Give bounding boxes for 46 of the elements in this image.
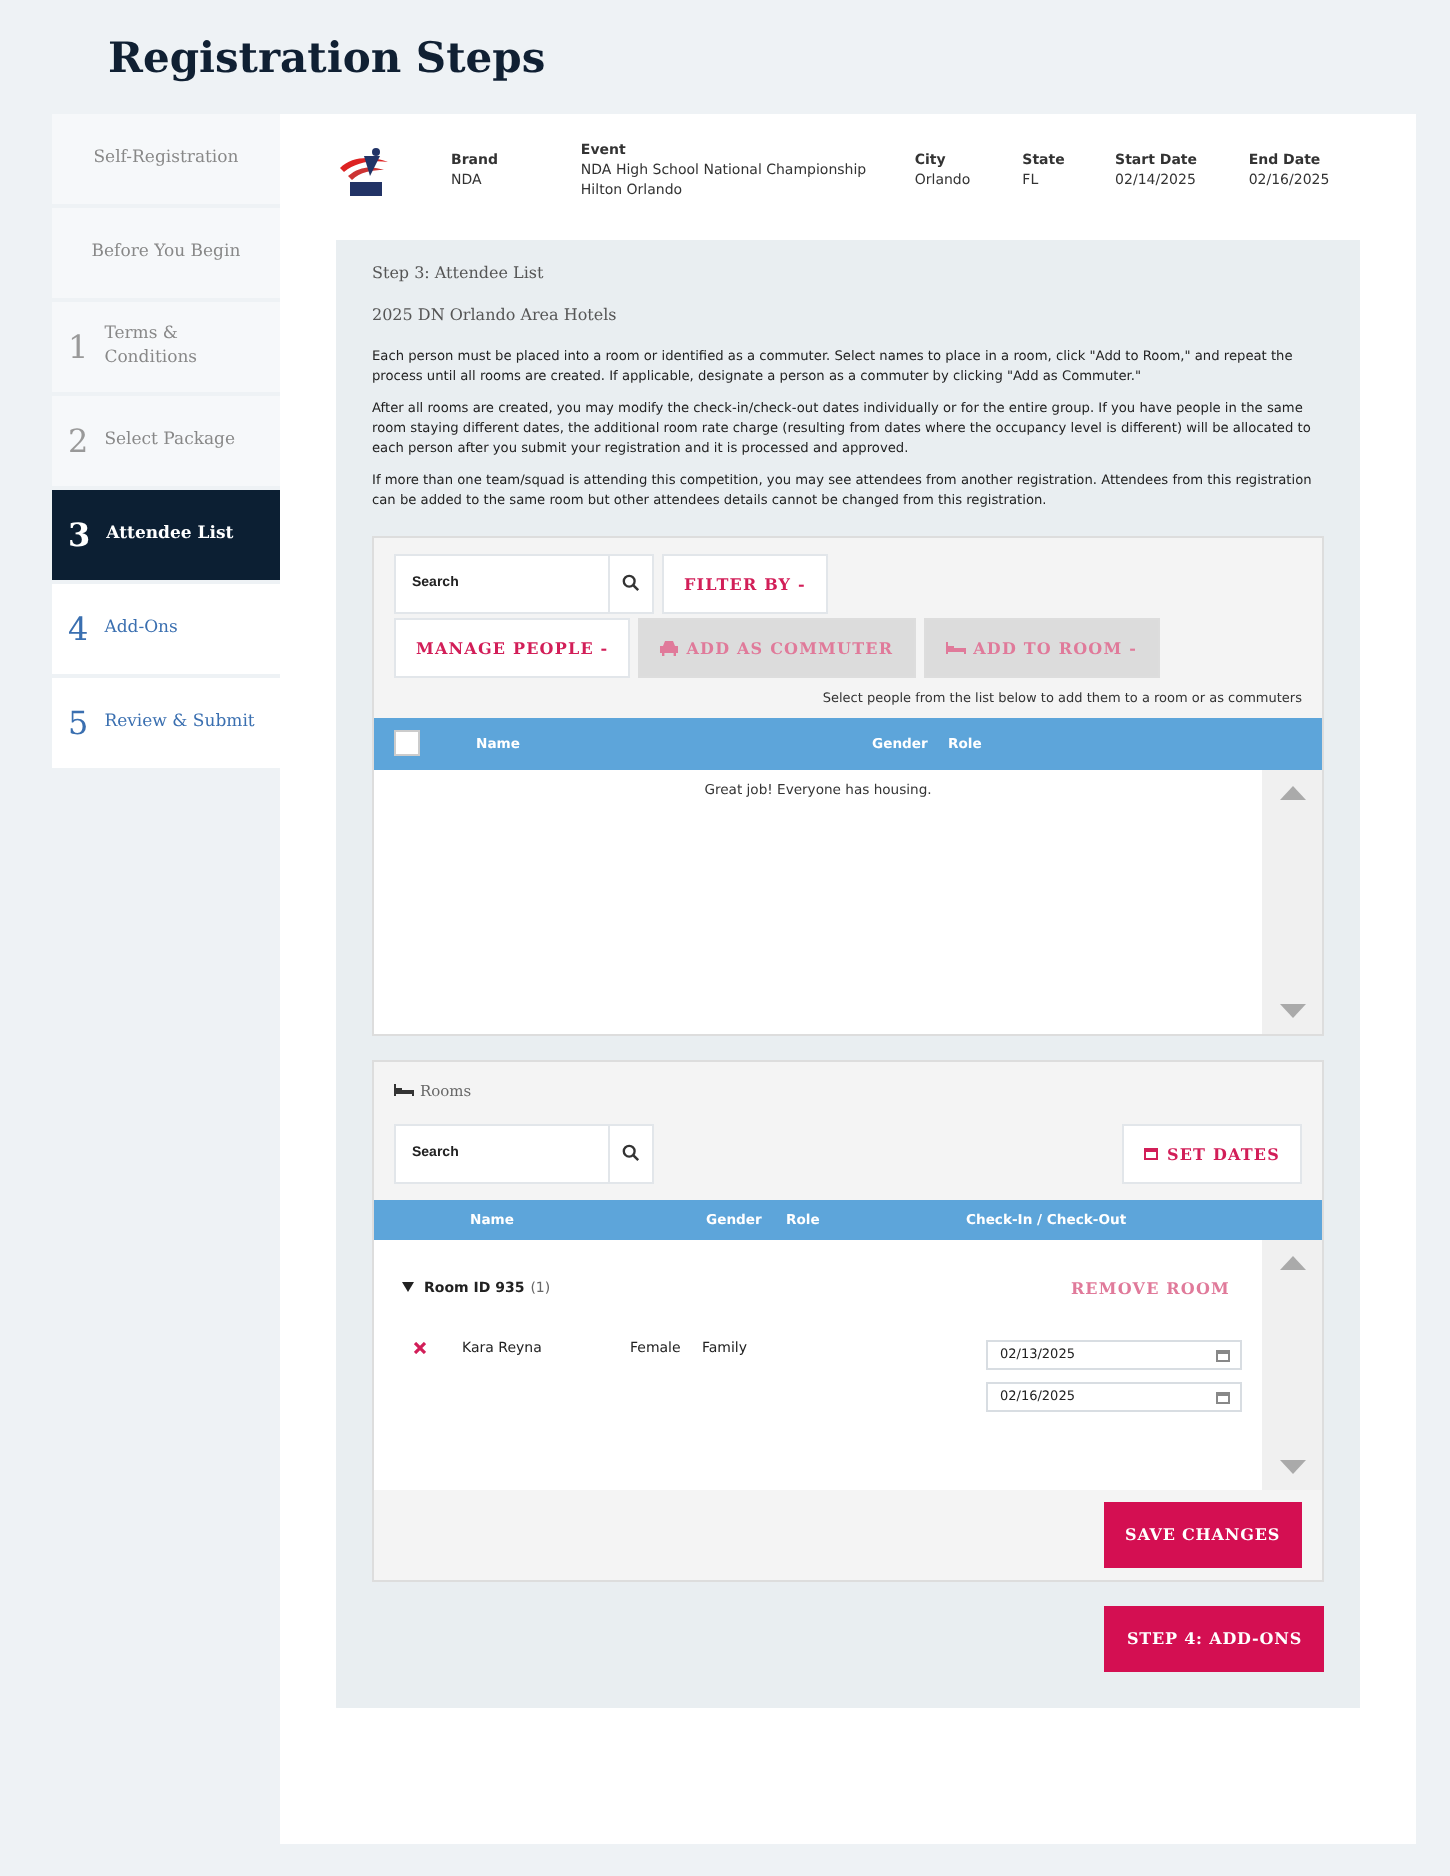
page-title: Registration Steps	[108, 32, 548, 82]
step-number: 1	[68, 328, 89, 366]
scroll-down-icon[interactable]	[1279, 1459, 1305, 1474]
save-changes-button[interactable]: SAVE CHANGES	[1103, 1501, 1302, 1568]
sidebar-step[interactable]: 5 Review & Submit	[52, 678, 280, 768]
calendar-icon	[1216, 1347, 1230, 1362]
sidebar-step[interactable]: 2 Select Package	[52, 396, 280, 486]
step-label: Self-Registration	[93, 147, 239, 171]
next-step-button[interactable]: STEP 4: ADD-ONS	[1104, 1605, 1324, 1672]
scrollbar[interactable]	[1262, 1239, 1322, 1490]
step-number: 2	[68, 422, 89, 460]
step-number: 4	[68, 610, 89, 648]
set-dates-button[interactable]: SET DATES	[1122, 1123, 1302, 1184]
remove-icon[interactable]	[414, 1341, 426, 1354]
step-label: Before You Begin	[91, 241, 241, 265]
caret-icon[interactable]	[402, 1282, 414, 1293]
step-label: Attendee List	[106, 523, 234, 547]
calendar-icon	[1144, 1146, 1159, 1161]
scroll-down-icon[interactable]	[1279, 1003, 1305, 1018]
step-number: 5	[68, 704, 89, 742]
sidebar-step[interactable]: 3 Attendee List	[52, 490, 280, 580]
search-icon	[622, 574, 640, 593]
step-label: Terms & Conditions	[104, 324, 200, 370]
step-title: Step 3: Attendee List	[372, 264, 546, 283]
search-icon	[622, 1144, 640, 1163]
search-button[interactable]	[610, 553, 654, 614]
sidebar-step[interactable]: Self-Registration	[52, 114, 280, 204]
select-all-checkbox[interactable]	[394, 730, 420, 757]
toolbar-button[interactable]: MANAGE PEOPLE -	[394, 617, 631, 678]
bed-icon	[394, 1084, 414, 1097]
toolbar-button[interactable]: FILTER BY -	[662, 553, 828, 614]
bed-icon	[945, 641, 966, 654]
sidebar-step[interactable]: Before You Begin	[52, 208, 280, 298]
scroll-up-icon[interactable]	[1279, 785, 1305, 800]
calendar-icon	[1216, 1389, 1230, 1404]
remove-room-link[interactable]: REMOVE ROOM	[1058, 1275, 1242, 1300]
scrollbar[interactable]	[1262, 769, 1322, 1034]
scroll-up-icon[interactable]	[1279, 1255, 1305, 1270]
step-label: Add-Ons	[104, 617, 178, 641]
car-icon	[660, 639, 679, 656]
sidebar-step[interactable]: 4 Add-Ons	[52, 584, 280, 674]
hotel-title: 2025 DN Orlando Area Hotels	[372, 306, 619, 325]
step-number: 3	[68, 516, 91, 554]
step-label: Select Package	[104, 429, 236, 453]
search-button[interactable]	[610, 1123, 654, 1184]
step-label: Review & Submit	[104, 711, 255, 735]
